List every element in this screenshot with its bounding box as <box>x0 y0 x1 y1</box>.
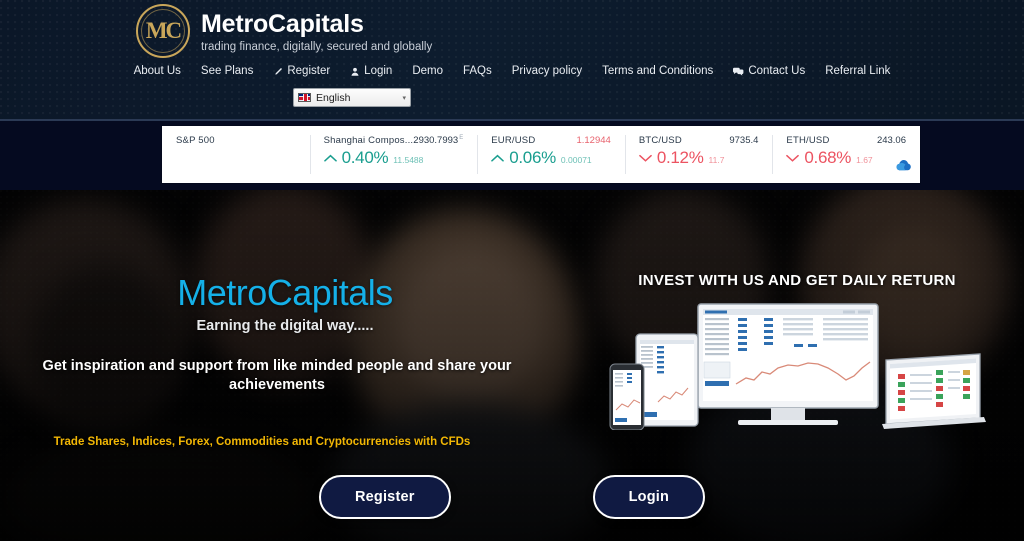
nav-label: About Us <box>133 65 181 77</box>
uk-flag-icon <box>298 93 311 102</box>
ticker-change-row: 0.12% 11.7 <box>638 148 759 167</box>
ticker-item-eth-usd[interactable]: ETH/USD 243.06 0.68% 1.67 <box>772 126 920 183</box>
ticker-item-sp500[interactable]: S&P 500 <box>162 126 310 183</box>
ticker-top-row: EUR/USD 1.12944 <box>491 135 611 146</box>
brand-tagline: trading finance, digitally, secured and … <box>201 41 433 54</box>
nav-item-privacy-policy[interactable]: Privacy policy <box>502 65 592 78</box>
brand-title: MetroCapitals <box>201 9 364 38</box>
nav-item-referral-link[interactable]: Referral Link <box>815 65 900 78</box>
logo-monogram: MC <box>145 17 182 43</box>
ticker-symbol: ETH/USD <box>786 135 830 146</box>
page-root: MC MetroCapitals trading finance, digita… <box>0 0 1024 541</box>
language-selected-label: English <box>316 91 351 104</box>
pencil-icon <box>273 67 283 77</box>
main-navigation: About Us See Plans Register Login Demo F… <box>0 65 1024 78</box>
ticker-percent: 0.06% <box>509 148 556 167</box>
ticker-arrow-up-icon <box>491 153 505 165</box>
cloud-icon[interactable] <box>895 159 912 177</box>
nav-item-demo[interactable]: Demo <box>402 65 453 78</box>
nav-item-terms-and-conditions[interactable]: Terms and Conditions <box>592 65 723 78</box>
nav-item-login[interactable]: Login <box>340 65 402 78</box>
nav-item-about-us[interactable]: About Us <box>124 65 191 78</box>
hero-highlight-text: Trade Shares, Indices, Forex, Commoditie… <box>53 436 471 448</box>
ticker-change: 11.7 <box>708 155 725 165</box>
nav-label: Demo <box>412 65 443 77</box>
nav-item-contact-us[interactable]: Contact Us <box>723 65 815 78</box>
hero-lead-text: Get inspiration and support from like mi… <box>42 358 512 393</box>
chat-bubble-icon <box>733 67 744 77</box>
brand-logo[interactable]: MC MetroCapitals trading finance, digita… <box>136 4 432 58</box>
ticker-price: 243.06 <box>876 135 906 146</box>
nav-label: FAQs <box>463 65 492 77</box>
ticker-price: 2930.7993E <box>413 135 463 146</box>
ticker-symbol: BTC/USD <box>638 135 682 146</box>
ticker-change-row: 0.68% 1.67 <box>786 149 906 166</box>
nav-item-see-plans[interactable]: See Plans <box>191 65 263 78</box>
ticker-price: 1.12944 <box>576 135 611 146</box>
ticker-change-row: 0.06% 0.00071 <box>491 149 611 166</box>
trading-platform-devices-image <box>598 302 988 431</box>
metrocapitals-logo-icon: MC <box>136 4 190 58</box>
market-ticker-band: S&P 500 Shanghai Compos... 2930.7993E 0.… <box>0 121 1024 190</box>
nav-label: Terms and Conditions <box>602 65 714 77</box>
register-button[interactable]: Register <box>318 474 451 519</box>
language-select[interactable]: English ▾ <box>293 88 411 107</box>
ticker-arrow-down-icon <box>786 153 800 165</box>
nav-label: See Plans <box>200 65 254 77</box>
hero-right-heading: INVEST WITH US AND GET DAILY RETURN <box>638 272 956 289</box>
ticker-price: 9735.4 <box>729 135 759 146</box>
ticker-symbol: S&P 500 <box>176 135 215 146</box>
ticker-arrow-down-icon <box>638 153 652 165</box>
ticker-percent: 0.40% <box>341 148 389 168</box>
ticker-top-row: S&P 500 <box>176 135 296 146</box>
ticker-percent: 0.68% <box>804 148 852 167</box>
ticker-item-btc-usd[interactable]: BTC/USD 9735.4 0.12% 11.7 <box>624 126 773 183</box>
ticker-change: 0.00071 <box>560 155 592 165</box>
market-ticker-widget[interactable]: S&P 500 Shanghai Compos... 2930.7993E 0.… <box>162 126 920 183</box>
hero-section: MetroCapitals Earning the digital way...… <box>0 190 1024 541</box>
nav-label: Login <box>364 65 393 77</box>
ticker-symbol: Shanghai Compos... <box>323 135 414 147</box>
nav-item-faqs[interactable]: FAQs <box>453 65 502 78</box>
ticker-item-shanghai-composite[interactable]: Shanghai Compos... 2930.7993E 0.40% 11.5… <box>309 126 478 183</box>
ticker-top-row: ETH/USD 243.06 <box>786 135 906 146</box>
ticker-item-eur-usd[interactable]: EUR/USD 1.12944 0.06% 0.00071 <box>477 126 625 183</box>
ticker-percent: 0.12% <box>656 148 704 167</box>
ticker-symbol: EUR/USD <box>491 135 536 146</box>
nav-item-register[interactable]: Register <box>263 65 340 78</box>
brand-text: MetroCapitals trading finance, digitally… <box>201 7 432 56</box>
ticker-change-row: 0.40% 11.5488 <box>323 148 464 168</box>
hero-cta-row: Register Login <box>0 474 1024 519</box>
ticker-change: 11.5488 <box>393 155 424 166</box>
language-selector-wrap: English ▾ <box>293 88 411 107</box>
ticker-change: 1.67 <box>856 155 873 165</box>
ticker-arrow-up-icon <box>323 153 337 165</box>
hero-heading: MetroCapitals <box>177 272 393 313</box>
chevron-down-icon: ▾ <box>402 94 406 102</box>
login-button[interactable]: Login <box>592 474 706 519</box>
nav-label: Referral Link <box>825 65 891 77</box>
hero-subheading: Earning the digital way..... <box>196 318 374 334</box>
ticker-price-value: 2930.7993 <box>413 135 459 147</box>
ticker-price-superscript: E <box>459 135 464 141</box>
nav-label: Contact Us <box>748 65 806 77</box>
user-icon <box>350 67 360 77</box>
nav-label: Register <box>287 65 331 77</box>
ticker-top-row: BTC/USD 9735.4 <box>639 135 759 146</box>
nav-label: Privacy policy <box>511 65 583 77</box>
ticker-top-row: Shanghai Compos... 2930.7993E <box>324 135 464 146</box>
site-header: MC MetroCapitals trading finance, digita… <box>0 0 1024 121</box>
